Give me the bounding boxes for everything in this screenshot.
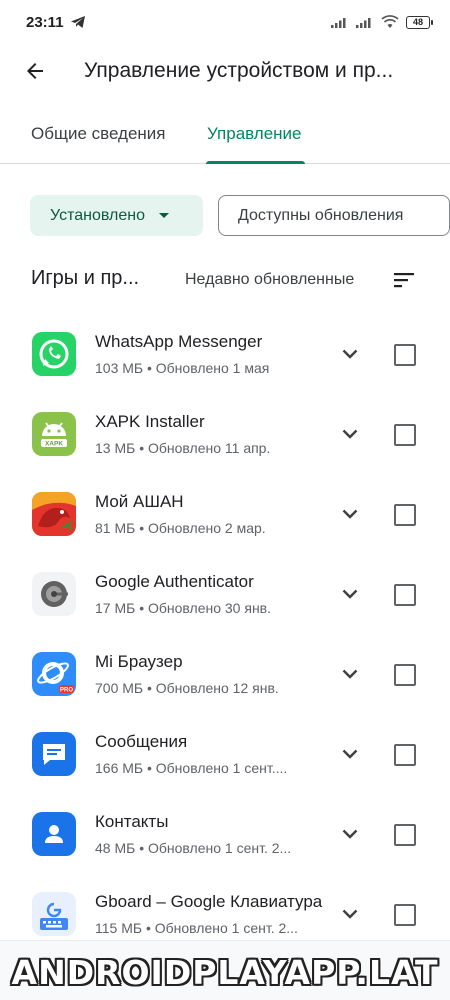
list-item[interactable]: PRO Mi Браузер 700 МБ • Обновлено 12 янв… [0,642,450,722]
chevron-down-icon[interactable] [338,662,362,686]
app-meta: 17 МБ • Обновлено 30 янв. [95,600,271,616]
app-checkbox[interactable] [394,344,416,366]
chevron-down-icon[interactable] [338,822,362,846]
app-meta: 13 МБ • Обновлено 11 апр. [95,440,271,456]
installed-chip-label: Установлено [50,206,145,224]
app-meta: 81 МБ • Обновлено 2 мар. [95,520,266,536]
arrow-back-icon [27,63,43,79]
status-icons: 48 [331,15,433,29]
tab-general[interactable]: Общие сведения [31,124,166,144]
sort-label[interactable]: Недавно обновленные [185,271,354,289]
chevron-down-icon[interactable] [338,502,362,526]
app-meta: 700 МБ • Обновлено 12 янв. [95,680,279,696]
list-item[interactable]: Google Authenticator 17 МБ • Обновлено 3… [0,562,450,642]
mi-browser-icon-label: PRO [60,688,73,694]
list-item[interactable]: XAPK XAPK Installer 13 МБ • Обновлено 11… [0,402,450,482]
xapk-installer-icon: XAPK [32,412,76,456]
tab-indicator [206,161,305,164]
app-name: Google Authenticator [95,572,254,591]
app-name: WhatsApp Messenger [95,332,263,351]
telegram-icon [70,16,85,28]
chevron-down-icon[interactable] [338,342,362,366]
wifi-icon [381,15,399,28]
whatsapp-icon [32,332,76,376]
app-meta: 103 МБ • Обновлено 1 мая [95,360,270,376]
app-checkbox[interactable] [394,424,416,446]
app-name: Сообщения [95,732,188,751]
app-checkbox[interactable] [394,584,416,606]
authenticator-icon [32,572,76,616]
battery-indicator: 48 [406,15,433,29]
app-bar: Управление устройством и пр... [0,44,450,98]
back-button[interactable] [6,44,64,98]
signal-icon-2 [356,18,371,28]
xapk-icon-label: XAPK [45,441,63,448]
status-bar: 23:11 48 [0,0,450,44]
updates-chip-label: Доступны обновления [238,206,404,224]
section-title: Игры и пр... [31,267,140,289]
tab-bar: Общие сведения Управление [0,112,450,164]
app-checkbox[interactable] [394,744,416,766]
app-name: XAPK Installer [95,412,205,431]
app-meta: 115 МБ • Обновлено 1 сент. 2... [95,920,298,936]
status-time: 23:11 [26,13,64,31]
chevron-down-icon[interactable] [338,902,362,926]
watermark: ANDROIDPLAYAPP.LAT [11,953,439,992]
messages-icon [32,732,76,776]
list-item[interactable]: Мой АШАН 81 МБ • Обновлено 2 мар. [0,482,450,562]
dropdown-caret-icon [158,213,169,218]
chevron-down-icon[interactable] [338,742,362,766]
app-checkbox[interactable] [394,904,416,926]
chevron-down-icon[interactable] [338,582,362,606]
sort-icon[interactable] [391,268,417,292]
tab-manage[interactable]: Управление [207,124,302,144]
app-name: Gboard – Google Клавиатура [95,892,323,911]
mi-browser-icon: PRO [32,652,76,696]
list-item[interactable]: WhatsApp Messenger 103 МБ • Обновлено 1 … [0,322,450,402]
app-name: Mi Браузер [95,652,183,671]
battery-level: 48 [412,17,423,27]
app-checkbox[interactable] [394,824,416,846]
auchan-icon [32,492,76,536]
signal-icon [331,18,346,28]
app-checkbox[interactable] [394,504,416,526]
gboard-icon [32,892,76,936]
page-title: Управление устройством и пр... [84,59,394,82]
app-name: Мой АШАН [95,492,184,511]
updates-available-chip[interactable]: Доступны обновления [218,195,450,236]
contacts-icon [32,812,76,856]
app-name: Контакты [95,812,169,831]
list-item[interactable]: Сообщения 166 МБ • Обновлено 1 сент.... [0,722,450,802]
app-checkbox[interactable] [394,664,416,686]
chevron-down-icon[interactable] [338,422,362,446]
app-meta: 48 МБ • Обновлено 1 сент. 2... [95,840,292,856]
installed-filter-chip[interactable]: Установлено [30,195,203,236]
app-meta: 166 МБ • Обновлено 1 сент.... [95,760,288,776]
list-item[interactable]: Контакты 48 МБ • Обновлено 1 сент. 2... [0,802,450,882]
